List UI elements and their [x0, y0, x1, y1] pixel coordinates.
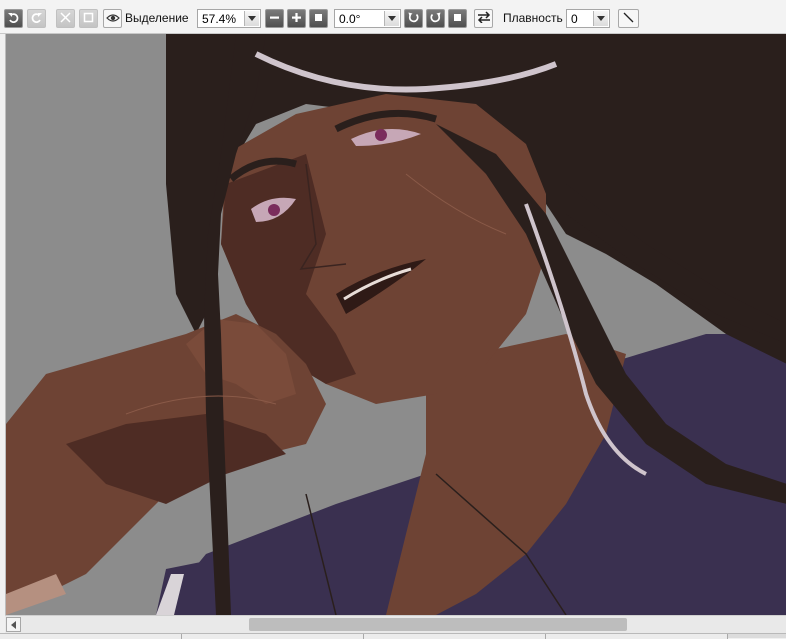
- rotation-dropdown[interactable]: 0.0°: [334, 9, 401, 28]
- rotate-reset-button[interactable]: [448, 9, 467, 28]
- zoom-dropdown[interactable]: 57.4%: [197, 9, 261, 28]
- square-icon: [312, 11, 325, 27]
- zoom-value: 57.4%: [202, 11, 237, 26]
- chevron-down-icon[interactable]: [593, 11, 608, 26]
- horizontal-scrollbar[interactable]: [5, 615, 786, 633]
- drawing-canvas[interactable]: [5, 34, 786, 615]
- square-icon: [451, 11, 464, 27]
- redo-icon: [30, 11, 43, 27]
- chevron-down-icon[interactable]: [244, 11, 259, 26]
- rotate-cw-button[interactable]: [426, 9, 445, 28]
- rotate-ccw-button[interactable]: [404, 9, 423, 28]
- smoothing-dropdown[interactable]: 0: [566, 9, 610, 28]
- eye-icon: [105, 12, 120, 26]
- bottom-panel-strip: [0, 633, 786, 639]
- plus-icon: [290, 11, 303, 27]
- bottom-tab[interactable]: [546, 634, 728, 639]
- cut-button[interactable]: [56, 9, 75, 28]
- line-tool-icon: [622, 11, 635, 27]
- undo-button[interactable]: [4, 9, 23, 28]
- cut-icon: [59, 11, 72, 27]
- stroke-tool-button[interactable]: [618, 9, 639, 28]
- chevron-down-icon[interactable]: [384, 11, 399, 26]
- paste-icon: [82, 11, 95, 27]
- flip-arrows-icon: [477, 11, 491, 26]
- scroll-thumb[interactable]: [249, 618, 627, 631]
- bottom-tab[interactable]: [182, 634, 364, 639]
- rotate-ccw-icon: [407, 11, 420, 27]
- redo-button[interactable]: [27, 9, 46, 28]
- bottom-tab[interactable]: [364, 634, 546, 639]
- zoom-in-button[interactable]: [287, 9, 306, 28]
- artwork-illustration: [6, 34, 786, 615]
- smoothing-label: Плавность: [503, 11, 563, 25]
- undo-icon: [7, 11, 20, 27]
- chevron-left-icon: [10, 618, 17, 632]
- flip-horizontal-button[interactable]: [474, 9, 493, 28]
- zoom-out-button[interactable]: [265, 9, 284, 28]
- smoothing-value: 0: [571, 11, 578, 26]
- selection-label: Выделение: [125, 11, 189, 25]
- minus-icon: [268, 11, 281, 27]
- zoom-fit-button[interactable]: [309, 9, 328, 28]
- bottom-tab[interactable]: [0, 634, 182, 639]
- rotate-cw-icon: [429, 11, 442, 27]
- rotation-value: 0.0°: [339, 11, 361, 26]
- scroll-left-button[interactable]: [6, 617, 21, 632]
- visibility-toggle[interactable]: [103, 9, 122, 28]
- paste-button[interactable]: [79, 9, 98, 28]
- canvas-toolbar: Выделение 57.4% 0.0° Плавность 0: [0, 0, 786, 34]
